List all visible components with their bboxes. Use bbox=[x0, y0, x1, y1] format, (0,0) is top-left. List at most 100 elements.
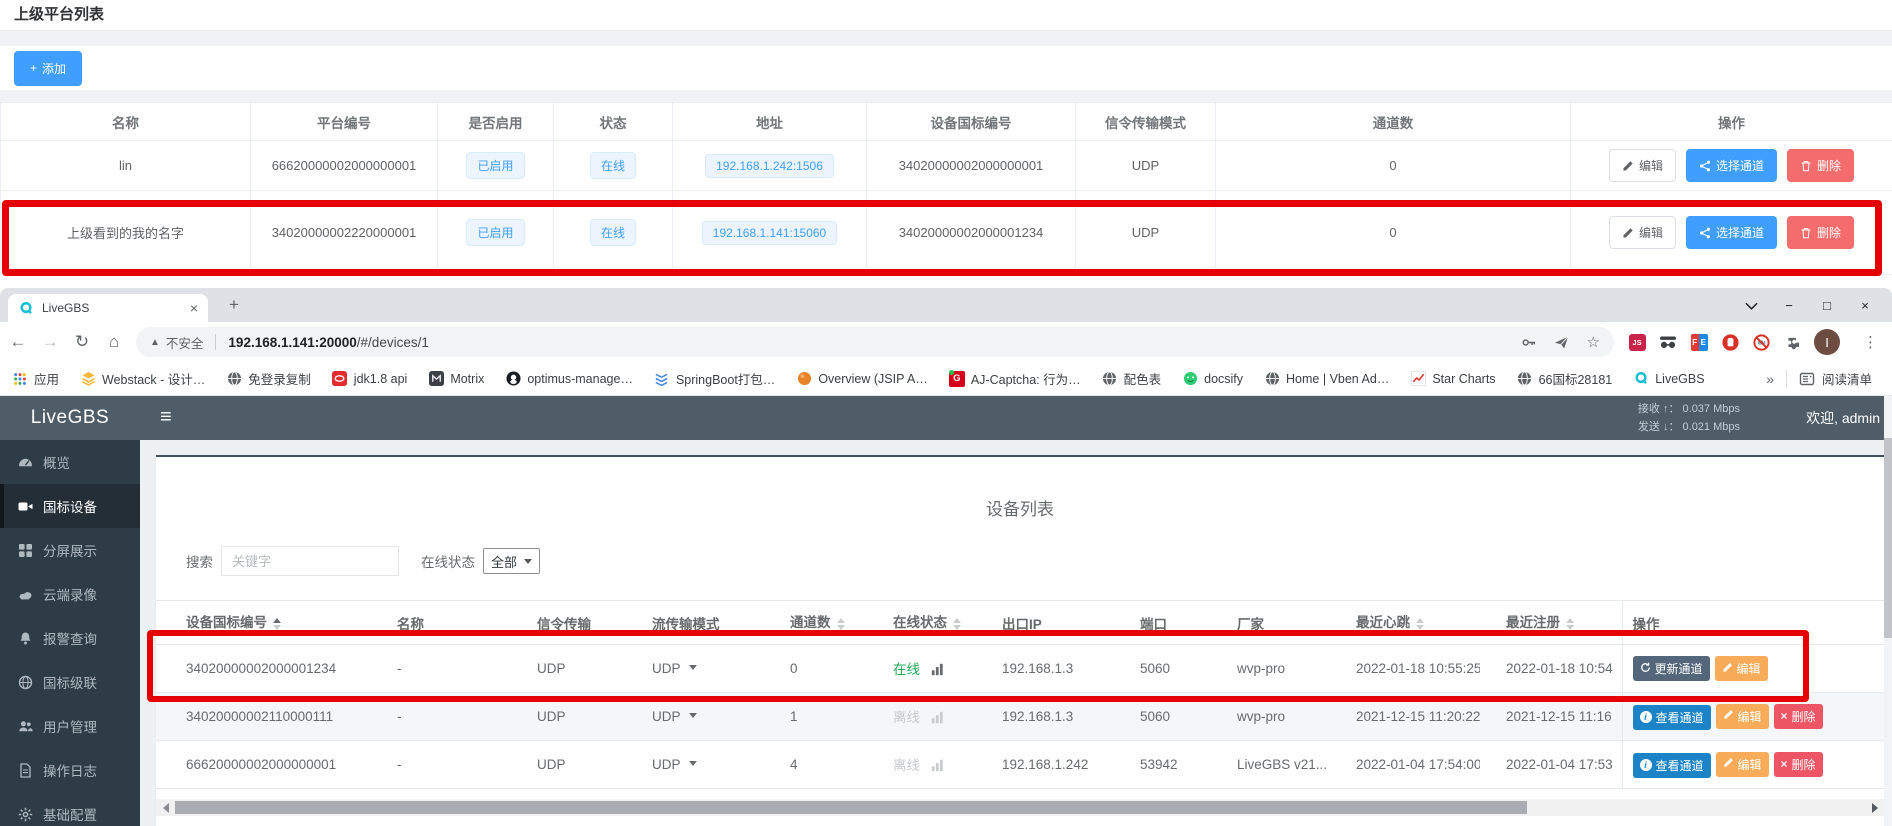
js-extension-icon[interactable]: JS bbox=[1628, 333, 1646, 351]
status-offline: 离线 bbox=[893, 758, 920, 773]
col-channel-count: 通道数 bbox=[1216, 103, 1571, 141]
forward-icon[interactable]: → bbox=[36, 332, 64, 352]
sort-icon bbox=[837, 614, 845, 634]
bookmark-optimus-manager[interactable]: optimus-manage… bbox=[505, 371, 633, 387]
edit-button[interactable]: 编辑 bbox=[1609, 149, 1676, 182]
sidebar-item-gb-devices[interactable]: 国标设备 bbox=[0, 484, 140, 528]
bookmark-jdk-api[interactable]: jdk1.8 api bbox=[332, 371, 408, 387]
sidebar-item-cloud-record[interactable]: 云端录像 bbox=[0, 572, 140, 616]
bookmark-vben-home[interactable]: Home | Vben Ad… bbox=[1264, 371, 1389, 387]
online-status-label: 在线状态 bbox=[421, 551, 475, 571]
col-channels[interactable]: 通道数 bbox=[764, 601, 867, 645]
adblock-hand-icon[interactable] bbox=[1721, 333, 1739, 351]
edit-button[interactable]: 编辑 bbox=[1716, 752, 1769, 777]
hamburger-icon[interactable]: ≡ bbox=[148, 396, 184, 440]
col-online-status[interactable]: 在线状态 bbox=[867, 601, 976, 645]
plus-icon: + bbox=[30, 61, 37, 75]
fe-extension-icon[interactable]: FE bbox=[1690, 333, 1708, 351]
back-icon[interactable]: ← bbox=[4, 332, 32, 352]
cell-stream-mode[interactable]: UDP bbox=[626, 693, 764, 741]
status-online-link[interactable]: 在线 bbox=[893, 662, 920, 677]
address-input[interactable]: ▲ 不安全 192.168.1.141:20000 /#/devices/1 ☆ bbox=[136, 327, 1614, 357]
security-label[interactable]: 不安全 bbox=[166, 333, 204, 352]
cell-platform-id: 66620000002000000001 bbox=[251, 141, 438, 191]
divider bbox=[215, 334, 216, 350]
edit-button[interactable]: 编辑 bbox=[1716, 704, 1769, 729]
browser-menu-icon[interactable]: ⋮ bbox=[1857, 333, 1884, 351]
refresh-icon bbox=[1640, 662, 1651, 676]
sidebar-item-basic-config[interactable]: 基础配置 bbox=[0, 792, 140, 826]
col-heartbeat[interactable]: 最近心跳 bbox=[1330, 601, 1480, 645]
bookmark-nologin-copy[interactable]: 免登录复制 bbox=[226, 369, 311, 388]
online-status-select[interactable]: 全部 bbox=[483, 548, 540, 574]
bookmark-aj-captcha[interactable]: G AJ-Captcha: 行为… bbox=[949, 369, 1081, 388]
bookmark-apps[interactable]: 应用 bbox=[12, 369, 59, 388]
cell-mode: UDP bbox=[1076, 141, 1216, 191]
bookmark-star-icon[interactable]: ☆ bbox=[1587, 333, 1600, 351]
reading-list-button[interactable]: 阅读清单 bbox=[1799, 369, 1872, 388]
sidebar-item-split-screen[interactable]: 分屏展示 bbox=[0, 528, 140, 572]
col-device-gbid[interactable]: 设备国标编号 bbox=[156, 601, 371, 645]
cell-stream-mode[interactable]: UDP bbox=[626, 741, 764, 789]
sidebar-item-alarm-query[interactable]: 报警查询 bbox=[0, 616, 140, 660]
extensions-puzzle-icon[interactable] bbox=[1783, 333, 1801, 351]
add-button[interactable]: + 添加 bbox=[14, 51, 82, 86]
home-icon[interactable]: ⌂ bbox=[100, 332, 128, 352]
key-icon[interactable] bbox=[1521, 335, 1536, 350]
app-logo[interactable]: LiveGBS bbox=[0, 396, 140, 440]
delete-button[interactable]: 删除 bbox=[1787, 149, 1854, 182]
edit-button[interactable]: 编辑 bbox=[1715, 656, 1768, 681]
sidebar-item-overview[interactable]: 概览 bbox=[0, 440, 140, 484]
cell-stream-mode[interactable]: UDP bbox=[626, 645, 764, 693]
bookmark-docsify[interactable]: docsify bbox=[1182, 371, 1243, 387]
incognito-mask-icon[interactable] bbox=[1659, 333, 1677, 351]
search-input[interactable] bbox=[221, 546, 399, 576]
send-icon[interactable] bbox=[1554, 335, 1569, 350]
scroll-right-arrow[interactable] bbox=[1867, 799, 1884, 816]
bookmark-overview-jsip[interactable]: Overview (JSIP A… bbox=[796, 371, 928, 387]
camera-blocker-icon[interactable] bbox=[1752, 333, 1770, 351]
col-actions: 操作 bbox=[1571, 103, 1892, 141]
device-row: 66620000002000000001 - UDP UDP 4 离线 bbox=[156, 741, 1884, 789]
delete-button[interactable]: 删除 bbox=[1787, 216, 1854, 249]
maximize-button[interactable]: □ bbox=[1808, 298, 1846, 313]
bookmark-motrix[interactable]: Motrix bbox=[428, 371, 484, 387]
reload-icon[interactable]: ↻ bbox=[68, 332, 96, 352]
browser-tab[interactable]: LiveGBS × bbox=[8, 294, 208, 322]
bookmarks-overflow-icon[interactable]: » bbox=[1766, 371, 1774, 387]
livegbs-app: LiveGBS ≡ 接收 ↑： 0.037 Mbps 发送 ↓： 0.021 M… bbox=[0, 396, 1892, 826]
bar-chart-icon[interactable] bbox=[931, 663, 944, 679]
scrollbar-thumb[interactable] bbox=[175, 801, 1527, 814]
col-registered[interactable]: 最近注册 bbox=[1480, 601, 1622, 645]
select-channel-button[interactable]: 选择通道 bbox=[1686, 216, 1777, 249]
delete-button[interactable]: × 删除 bbox=[1774, 752, 1823, 777]
scrollbar-thumb[interactable] bbox=[1884, 438, 1892, 638]
edit-button[interactable]: 编辑 bbox=[1609, 216, 1676, 249]
col-actions: 操作 bbox=[1622, 601, 1884, 645]
view-channels-button[interactable]: i 查看通道 bbox=[1633, 705, 1711, 730]
select-channel-button[interactable]: 选择通道 bbox=[1686, 149, 1777, 182]
new-tab-button[interactable]: + bbox=[222, 293, 246, 317]
chevron-down-icon[interactable] bbox=[1732, 298, 1770, 313]
bookmark-springboot[interactable]: SpringBoot打包… bbox=[654, 369, 775, 388]
bookmark-star-charts[interactable]: Star Charts bbox=[1410, 371, 1495, 387]
sidebar-item-gb-cascade[interactable]: 国标级联 bbox=[0, 660, 140, 704]
tab-close-icon[interactable]: × bbox=[190, 301, 198, 315]
minimize-button[interactable]: − bbox=[1770, 298, 1808, 313]
close-window-button[interactable]: × bbox=[1846, 298, 1884, 313]
bookmark-color-table[interactable]: 配色表 bbox=[1102, 369, 1162, 388]
sidebar-item-operation-log[interactable]: 操作日志 bbox=[0, 748, 140, 792]
sidebar-item-user-management[interactable]: 用户管理 bbox=[0, 704, 140, 748]
bookmark-livegbs[interactable]: LiveGBS bbox=[1633, 371, 1704, 387]
profile-avatar[interactable]: I bbox=[1814, 329, 1840, 355]
cell-port: 5060 bbox=[1114, 693, 1211, 741]
update-channels-button[interactable]: 更新通道 bbox=[1633, 656, 1710, 681]
welcome-user[interactable]: 欢迎, admin bbox=[1806, 396, 1880, 440]
bookmark-gb28181[interactable]: 66国标28181 bbox=[1517, 369, 1613, 388]
scroll-left-arrow[interactable] bbox=[156, 799, 173, 816]
view-channels-button[interactable]: i 查看通道 bbox=[1633, 753, 1711, 778]
screenshot-stage: 上级平台列表 + 添加 名称 平台编号 是否启用 状态 bbox=[0, 0, 1892, 826]
col-status: 状态 bbox=[554, 103, 673, 141]
delete-button[interactable]: × 删除 bbox=[1774, 704, 1823, 729]
bookmark-webstack[interactable]: Webstack - 设计… bbox=[80, 369, 205, 388]
